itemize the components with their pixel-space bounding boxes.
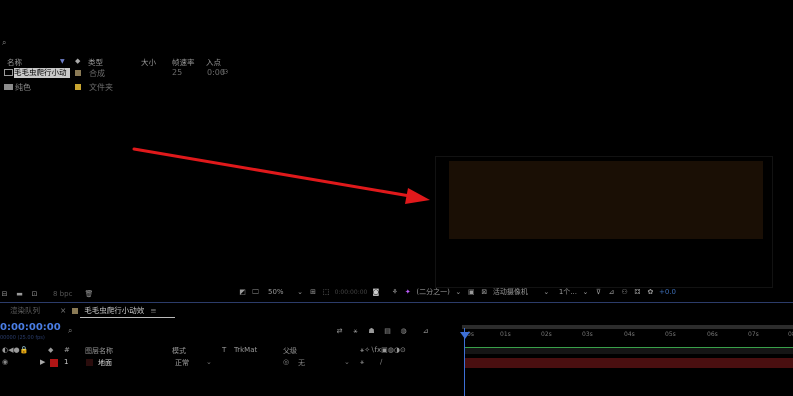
views-dropdown-icon[interactable]: ⌄ bbox=[581, 288, 590, 296]
close-tab-icon[interactable]: × bbox=[60, 306, 66, 315]
layer-duration-bar[interactable] bbox=[465, 358, 793, 368]
mode-dropdown-icon[interactable]: ⌄ bbox=[206, 358, 212, 366]
graph-editor-icon[interactable]: ⊿ bbox=[421, 327, 430, 335]
solid-layer-icon bbox=[86, 359, 93, 366]
quality-switch-icon[interactable]: ∕ bbox=[380, 358, 382, 366]
layer-column-header: ◐◀●🔒 ◆ # 图层名称 模式 T TrkMat 父级 ⚹✧∖fx▣◍◑⊙ bbox=[0, 346, 460, 356]
switches-header: ⚹✧∖fx▣◍◑⊙ bbox=[360, 346, 406, 354]
av-switches-header: ◐◀●🔒 bbox=[2, 346, 29, 354]
color-channel-icon[interactable]: ✦ bbox=[403, 288, 412, 296]
timeline-switches-toolbar: ⇄ ⚹ ☗ ▤ ◍ ⊿ bbox=[335, 326, 430, 336]
camera-label[interactable]: 活动摄像机 bbox=[493, 287, 528, 297]
panel-divider bbox=[0, 302, 793, 303]
column-mode[interactable]: 模式 bbox=[172, 346, 186, 356]
network-icon[interactable]: ⚃ bbox=[633, 288, 642, 296]
layer-parent[interactable]: 无 bbox=[298, 358, 305, 368]
shy-switch-icon[interactable]: ⚹ bbox=[360, 358, 364, 367]
monitor-icon[interactable]: 🖵 bbox=[251, 288, 260, 296]
exposure-value[interactable]: +0.0 bbox=[659, 288, 676, 296]
motion-blur-icon[interactable]: ◍ bbox=[399, 327, 408, 335]
column-t: T bbox=[222, 346, 227, 354]
zoom-dropdown-icon[interactable]: ⌄ bbox=[296, 288, 305, 296]
time-frame-count: 00000 (25.00 fps) bbox=[0, 335, 45, 341]
snapshot-icon[interactable]: ◙ bbox=[371, 288, 380, 296]
views-label[interactable]: 1个... bbox=[559, 287, 577, 297]
ruler-label: 04s bbox=[624, 331, 635, 338]
ruler-label: 06s bbox=[707, 331, 718, 338]
ruler-label: 05s bbox=[665, 331, 676, 338]
composition-mini-flowchart-icon[interactable]: ⇄ bbox=[335, 327, 344, 335]
layer-name[interactable]: 地面 bbox=[98, 358, 112, 368]
layer-search-icon[interactable]: ⌕ bbox=[68, 326, 72, 336]
shy-layers-icon[interactable]: ☗ bbox=[367, 327, 376, 335]
ruler-label: 07s bbox=[748, 331, 759, 338]
comp-flowchart-icon[interactable]: ⚇ bbox=[620, 288, 629, 296]
ruler-label: 03s bbox=[582, 331, 593, 338]
label-header-icon: ◆ bbox=[48, 346, 54, 354]
number-header: # bbox=[64, 346, 70, 354]
active-tab-underline bbox=[80, 317, 175, 318]
exposure-reset-icon[interactable]: ✿ bbox=[646, 288, 655, 296]
tab-menu-icon[interactable]: ≡ bbox=[150, 306, 156, 315]
timeline-tabs: 渲染队列 × 毛毛虫爬行小动效 ≡ bbox=[0, 305, 157, 316]
parent-pickwhip-icon[interactable]: ◎ bbox=[283, 358, 289, 366]
parent-dropdown-icon[interactable]: ⌄ bbox=[344, 358, 350, 366]
layer-number: 1 bbox=[64, 358, 69, 366]
always-preview-icon[interactable]: ◩ bbox=[238, 288, 247, 296]
show-snapshot-icon[interactable]: ⚘ bbox=[390, 288, 399, 296]
work-area-bar[interactable] bbox=[462, 325, 793, 329]
timeline-link-icon[interactable]: ⊿ bbox=[607, 288, 616, 296]
tab-composition[interactable]: 毛毛虫爬行小动效 bbox=[84, 305, 144, 316]
resolution-dropdown-icon[interactable]: ⌄ bbox=[454, 288, 463, 296]
frame-blending-icon[interactable]: ▤ bbox=[383, 327, 392, 335]
viewer-timecode[interactable]: 0:00:00:00 bbox=[335, 289, 368, 296]
column-trkmat[interactable]: TrkMat bbox=[234, 346, 257, 354]
ruler-label: 01s bbox=[500, 331, 511, 338]
toggle-mask-icon[interactable]: ⬚ bbox=[322, 288, 331, 296]
playhead-handle[interactable] bbox=[460, 332, 470, 339]
expand-arrow-icon[interactable]: ▶ bbox=[40, 358, 45, 366]
time-ruler[interactable]: 0s 01s 02s 03s 04s 05s 06s 07s 08s bbox=[462, 331, 793, 340]
visibility-icon[interactable]: ◉ bbox=[2, 358, 8, 366]
composition-tab-swatch bbox=[72, 307, 79, 314]
comp-duration-bar bbox=[465, 347, 793, 354]
layer-label-swatch[interactable] bbox=[50, 359, 58, 367]
zoom-level[interactable]: 50% bbox=[268, 288, 284, 296]
resolution-label[interactable]: (二分之一) bbox=[416, 287, 449, 297]
layer-row[interactable]: ◉ ▶ 1 地面 正常 ⌄ ◎ 无 ⌄ ⚹ ∕ bbox=[0, 358, 460, 369]
camera-dropdown-icon[interactable]: ⌄ bbox=[542, 288, 551, 296]
pixel-aspect-icon[interactable]: ⊽ bbox=[594, 288, 603, 296]
current-time-display[interactable]: 0:00:00:00 bbox=[0, 322, 61, 333]
draft-3d-icon[interactable]: ⚹ bbox=[351, 327, 360, 335]
column-layer-name[interactable]: 图层名称 bbox=[85, 346, 113, 356]
timeline-graph: 0s 01s 02s 03s 04s 05s 06s 07s 08s bbox=[460, 320, 793, 396]
ruler-label: 08s bbox=[788, 331, 793, 338]
region-of-interest-icon[interactable]: ⊞ bbox=[309, 288, 318, 296]
transparency-grid-icon[interactable]: ⊠ bbox=[480, 288, 489, 296]
ruler-label: 02s bbox=[541, 331, 552, 338]
layer-mode[interactable]: 正常 bbox=[175, 358, 189, 368]
tab-render-queue[interactable]: 渲染队列 bbox=[10, 305, 40, 316]
column-parent[interactable]: 父级 bbox=[283, 346, 297, 356]
viewer-toolbar: ◩ 🖵 50% ⌄ ⊞ ⬚ 0:00:00:00 ◙ ⚘ ✦ (二分之一) ⌄ … bbox=[238, 287, 676, 297]
fast-preview-icon[interactable]: ▣ bbox=[467, 288, 476, 296]
